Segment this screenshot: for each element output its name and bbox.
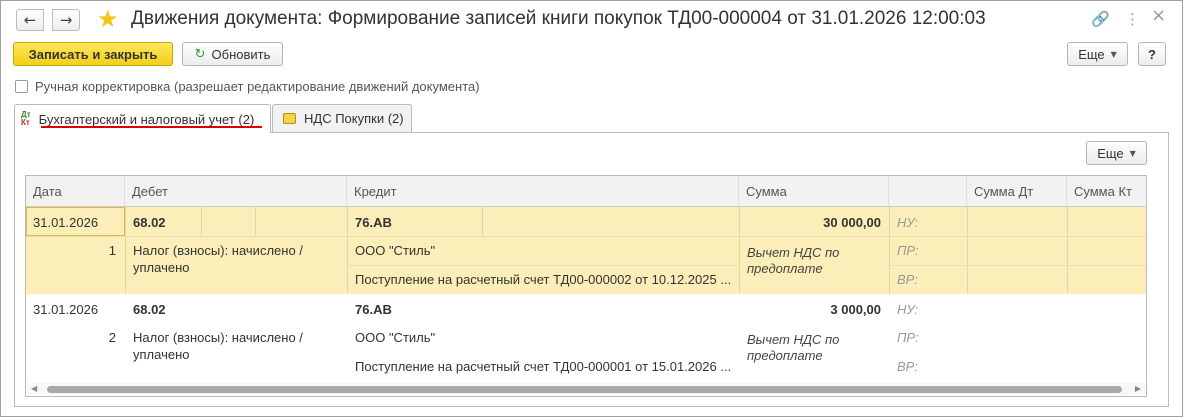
row-nu-label: НУ: bbox=[897, 215, 919, 230]
manual-correction-checkbox[interactable] bbox=[15, 80, 28, 93]
refresh-button[interactable]: ↻ Обновить bbox=[182, 42, 283, 66]
manual-correction-label[interactable]: Ручная корректировка (разрешает редактир… bbox=[35, 79, 480, 94]
row-credit-subconto-2: Поступление на расчетный счет ТД00-00000… bbox=[355, 359, 732, 374]
refresh-label: Обновить bbox=[211, 46, 271, 62]
more-menu-button[interactable]: Еще ▼ bbox=[1067, 42, 1128, 66]
row-content-2: предоплате bbox=[747, 348, 823, 363]
divider bbox=[26, 236, 1146, 237]
column-header-debit[interactable]: Дебет bbox=[125, 176, 347, 207]
row-date: 31.01.2026 bbox=[33, 215, 99, 230]
divider bbox=[1067, 207, 1068, 294]
dt-kt-icon: Дт Кт bbox=[21, 111, 31, 127]
link-icon[interactable]: 🔗 bbox=[1091, 10, 1110, 28]
row-content-2: предоплате bbox=[747, 261, 823, 276]
tab-vat-purchases[interactable]: НДС Покупки (2) bbox=[272, 104, 412, 132]
row-credit-subconto-1: ООО "Стиль" bbox=[355, 243, 436, 258]
star-icon[interactable]: ★ bbox=[97, 6, 119, 32]
back-button[interactable]: ← bbox=[16, 9, 44, 31]
divider bbox=[967, 207, 968, 294]
divider bbox=[347, 265, 739, 266]
help-button[interactable]: ? bbox=[1138, 42, 1166, 66]
column-header-sum-dt[interactable]: Сумма Дт bbox=[967, 176, 1067, 207]
arrow-right-icon: → bbox=[59, 11, 73, 29]
column-header-date[interactable]: Дата bbox=[26, 176, 125, 207]
horizontal-scrollbar[interactable]: ◀ ▶ bbox=[27, 383, 1145, 395]
row-debit-subconto-2: уплачено bbox=[133, 347, 190, 362]
divider bbox=[255, 207, 256, 236]
row-credit-account: 76.АВ bbox=[355, 215, 392, 230]
row-content-1: Вычет НДС по bbox=[747, 245, 840, 260]
scroll-left-icon[interactable]: ◀ bbox=[31, 383, 37, 395]
refresh-icon: ↻ bbox=[194, 46, 206, 62]
scroll-right-icon[interactable]: ▶ bbox=[1135, 383, 1141, 395]
row-pr-label: ПР: bbox=[897, 243, 919, 258]
manual-correction-row: Ручная корректировка (разрешает редактир… bbox=[15, 79, 480, 94]
row-number: 1 bbox=[108, 243, 116, 258]
movements-table[interactable]: Дата Дебет Кредит Сумма Сумма Дт Сумма К… bbox=[25, 175, 1147, 397]
tab-vat-label: НДС Покупки (2) bbox=[304, 111, 404, 126]
row-amount: 30 000,00 bbox=[823, 215, 881, 230]
row-vr-label: ВР: bbox=[897, 359, 918, 374]
arrow-left-icon: ← bbox=[23, 11, 37, 29]
row-debit-account: 68.02 bbox=[133, 302, 166, 317]
more-vertical-icon[interactable]: ⋮ bbox=[1125, 10, 1140, 28]
tab-accounting-label: Бухгалтерский и налоговый учет (2) bbox=[38, 111, 255, 127]
row-debit-account: 68.02 bbox=[133, 215, 166, 230]
column-header-sum-kt[interactable]: Сумма Кт bbox=[1067, 176, 1146, 207]
tab-accounting[interactable]: Дт Кт Бухгалтерский и налоговый учет (2) bbox=[14, 104, 271, 133]
row-date: 31.01.2026 bbox=[33, 302, 99, 317]
movements-window: ← → ★ Движения документа: Формирование з… bbox=[0, 0, 1183, 417]
chevron-down-icon: ▼ bbox=[1110, 49, 1117, 59]
row-debit-subconto-2: уплачено bbox=[133, 260, 190, 275]
row-credit-account: 76.АВ bbox=[355, 302, 392, 317]
kt-label: Кт bbox=[21, 118, 30, 127]
divider bbox=[889, 265, 1146, 266]
window-title: Движения документа: Формирование записей… bbox=[131, 8, 986, 29]
nds-icon bbox=[283, 113, 296, 124]
row-pr-label: ПР: bbox=[897, 330, 919, 345]
divider bbox=[889, 207, 890, 294]
more-label: Еще bbox=[1078, 46, 1105, 62]
row-content-1: Вычет НДС по bbox=[747, 332, 840, 347]
spellcheck-underline bbox=[41, 126, 262, 128]
divider bbox=[347, 207, 348, 294]
close-icon[interactable]: × bbox=[1151, 7, 1166, 25]
save-and-close-button[interactable]: Записать и закрыть bbox=[13, 42, 173, 66]
scrollbar-thumb[interactable] bbox=[47, 386, 1122, 393]
row-debit-subconto-1: Налог (взносы): начислено / bbox=[133, 243, 303, 258]
row-credit-subconto-2: Поступление на расчетный счет ТД00-00000… bbox=[355, 272, 732, 287]
title-bar: ← → ★ Движения документа: Формирование з… bbox=[1, 1, 1182, 39]
column-header-blank[interactable] bbox=[889, 176, 967, 207]
row-number: 2 bbox=[108, 330, 116, 345]
column-header-credit[interactable]: Кредит bbox=[347, 176, 739, 207]
divider bbox=[201, 207, 202, 236]
panel-more-label: Еще bbox=[1097, 145, 1124, 161]
column-header-amount[interactable]: Сумма bbox=[739, 176, 889, 207]
chevron-down-icon: ▼ bbox=[1129, 148, 1136, 158]
row-vr-label: ВР: bbox=[897, 272, 918, 287]
row-credit-subconto-1: ООО "Стиль" bbox=[355, 330, 436, 345]
divider bbox=[125, 207, 126, 294]
row-amount: 3 000,00 bbox=[830, 302, 881, 317]
panel-more-button[interactable]: Еще ▼ bbox=[1086, 141, 1147, 165]
row-nu-label: НУ: bbox=[897, 302, 919, 317]
row-debit-subconto-1: Налог (взносы): начислено / bbox=[133, 330, 303, 345]
divider bbox=[482, 207, 483, 236]
forward-button[interactable]: → bbox=[52, 9, 80, 31]
